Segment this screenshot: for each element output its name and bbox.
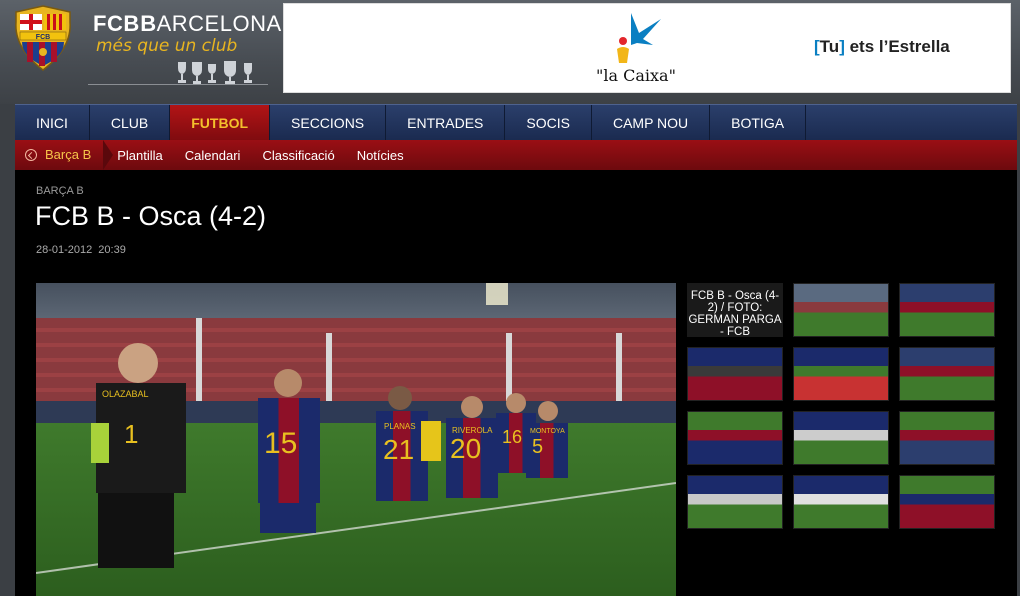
nav-item-botiga[interactable]: BOTIGA — [710, 105, 807, 141]
svg-text:FCB: FCB — [36, 34, 50, 41]
fcb-crest-icon[interactable]: FCB — [10, 4, 76, 72]
sub-nav-item-3[interactable]: Classificació — [262, 148, 334, 163]
nav-item-inici[interactable]: INICI — [15, 105, 90, 141]
trophies-icon — [178, 61, 252, 84]
shirt-name-olazabal: OLAZABAL — [102, 389, 149, 399]
gallery-thumbnail[interactable] — [687, 475, 783, 529]
shirt-name-montoya: MONTOYA — [530, 428, 565, 435]
sub-nav-item-4[interactable]: Notícies — [357, 148, 404, 163]
header-divider — [88, 84, 268, 85]
ad-brand: "la Caixa" — [596, 66, 676, 85]
photo-gallery: FCB B - Osca (4-2) / FOTO: GERMAN PARGA … — [687, 283, 1007, 543]
ad-banner[interactable]: "la Caixa" [Tu] ets l’Estrella — [283, 3, 1011, 93]
shirt-name-riverola: RIVEROLA — [452, 426, 493, 435]
nav-item-club[interactable]: CLUB — [90, 105, 171, 141]
gallery-thumbnail[interactable] — [899, 475, 995, 529]
gallery-thumbnail[interactable] — [899, 347, 995, 401]
shirt-number-21: 21 — [383, 434, 414, 465]
back-arrow-icon[interactable] — [25, 149, 37, 161]
main-photo[interactable]: 1 OLAZABAL 15 21 PLANAS 20 RIVEROLA 16 5… — [36, 283, 676, 596]
sub-nav-current[interactable]: Barça B — [45, 140, 117, 170]
gallery-thumbnail[interactable] — [899, 411, 995, 465]
gallery-thumbnail[interactable] — [687, 347, 783, 401]
shirt-name-planas: PLANAS — [384, 422, 416, 431]
sub-nav-items: Plantilla Calendari Classificació Notícies — [117, 148, 425, 163]
sub-nav-item-1[interactable]: Plantilla — [117, 148, 163, 163]
gallery-thumbnail[interactable] — [687, 411, 783, 465]
gallery-thumbnail[interactable] — [793, 475, 889, 529]
gallery-thumbnail[interactable] — [793, 283, 889, 337]
gallery-caption[interactable]: FCB B - Osca (4-2) / FOTO: GERMAN PARGA … — [687, 283, 783, 337]
shirt-number-1: 1 — [124, 419, 138, 449]
nav-item-futbol[interactable]: FUTBOL — [170, 105, 271, 141]
sub-nav-item-2[interactable]: Calendari — [185, 148, 241, 163]
main-nav: INICI CLUB FUTBOL SECCIONS ENTRADES SOCIS CAMP… — [15, 104, 1017, 141]
nav-item-entrades[interactable]: ENTRADES — [386, 105, 506, 141]
gallery-thumbnail[interactable] — [793, 411, 889, 465]
brand-name[interactable]: FCBBBARCELONA — [93, 11, 282, 37]
gallery-thumbnail[interactable] — [899, 283, 995, 337]
nav-item-seccions[interactable]: SECCIONS — [270, 105, 387, 141]
page-title: FCB B - Osca (4-2) — [35, 201, 267, 231]
content-frame: INICI CLUB FUTBOL SECCIONS ENTRADES SOCIS CAMP… — [15, 104, 1017, 596]
shirt-number-15: 15 — [264, 427, 297, 460]
shirt-number-5: 5 — [532, 436, 543, 458]
nav-item-camp-nou[interactable]: CAMP NOU — [592, 105, 711, 141]
la-caixa-star-icon — [617, 13, 661, 63]
brand-motto: més que un club — [96, 36, 238, 56]
ad-slogan: [Tu] ets l’Estrella — [814, 37, 950, 56]
article-date: 28-01-2012 20:39 — [36, 244, 126, 256]
site-header: FCB FCBBBARCELONA més que un club "la Ca… — [0, 0, 1020, 104]
section-label: BARÇA B — [36, 185, 84, 197]
nav-item-socis[interactable]: SOCIS — [505, 105, 592, 141]
shirt-number-16: 16 — [502, 427, 522, 447]
shirt-number-20: 20 — [450, 433, 481, 464]
gallery-thumbnail[interactable] — [793, 347, 889, 401]
sub-nav: Barça B Plantilla Calendari Classificació N… — [15, 140, 1017, 170]
